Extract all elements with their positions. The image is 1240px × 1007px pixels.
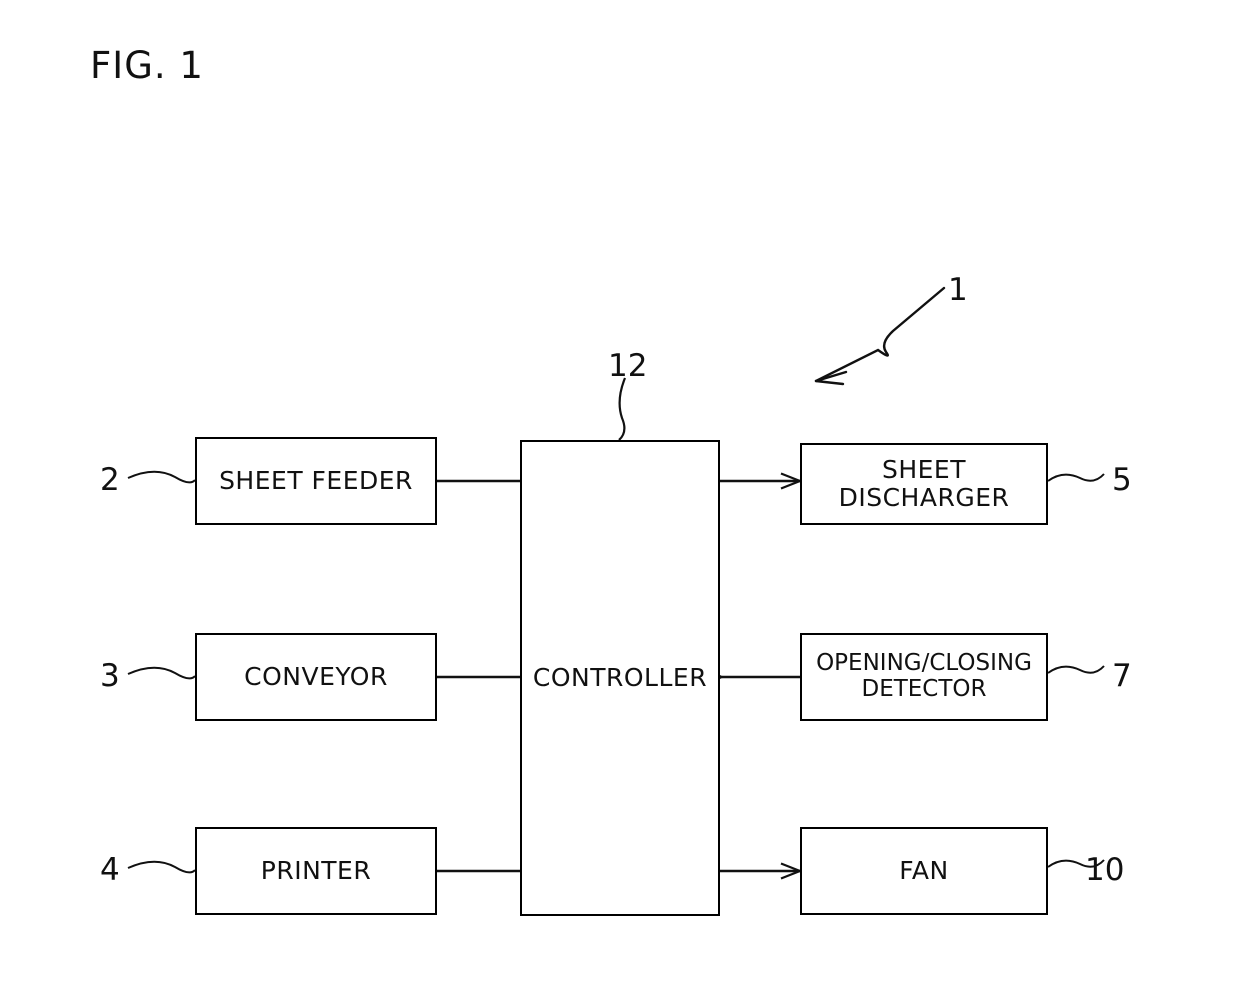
node-fan: FAN xyxy=(800,827,1048,915)
lead-line-detector xyxy=(1047,665,1105,674)
ref-numeral-sheet-discharger: 5 xyxy=(1112,462,1132,498)
controller-lead-line xyxy=(618,377,627,441)
ref-numeral-detector: 7 xyxy=(1112,658,1132,694)
ref-numeral-printer: 4 xyxy=(100,852,120,888)
assembly-lead-arrow xyxy=(814,286,946,386)
ref-numeral-sheet-feeder: 2 xyxy=(100,462,120,498)
lead-line-printer xyxy=(127,860,196,874)
node-label-opening-closing-detector: OPENING/CLOSING DETECTOR xyxy=(816,650,1032,702)
lead-line-sheet-discharger xyxy=(1047,473,1105,482)
node-controller: CONTROLLER xyxy=(520,440,720,916)
ref-numeral-conveyor: 3 xyxy=(100,658,120,694)
ref-numeral-assembly: 1 xyxy=(948,272,968,308)
node-label-fan: FAN xyxy=(899,856,949,885)
node-sheet-feeder: SHEET FEEDER xyxy=(195,437,437,525)
ref-numeral-fan: 10 xyxy=(1085,852,1125,888)
node-printer: PRINTER xyxy=(195,827,437,915)
node-sheet-discharger: SHEET DISCHARGER xyxy=(800,443,1048,525)
node-label-sheet-feeder: SHEET FEEDER xyxy=(219,466,413,495)
node-label-controller: CONTROLLER xyxy=(532,663,708,692)
node-conveyor: CONVEYOR xyxy=(195,633,437,721)
ref-numeral-controller: 12 xyxy=(608,348,648,384)
patent-figure: FIG. 1 SHEET FEEDER CONVEYOR PRINTER CON… xyxy=(0,0,1240,1007)
lead-line-conveyor xyxy=(127,666,196,680)
node-label-printer: PRINTER xyxy=(260,856,372,885)
node-label-conveyor: CONVEYOR xyxy=(244,662,388,691)
node-label-sheet-discharger: SHEET DISCHARGER xyxy=(838,455,1010,512)
lead-line-sheet-feeder xyxy=(127,470,196,484)
node-opening-closing-detector: OPENING/CLOSING DETECTOR xyxy=(800,633,1048,721)
